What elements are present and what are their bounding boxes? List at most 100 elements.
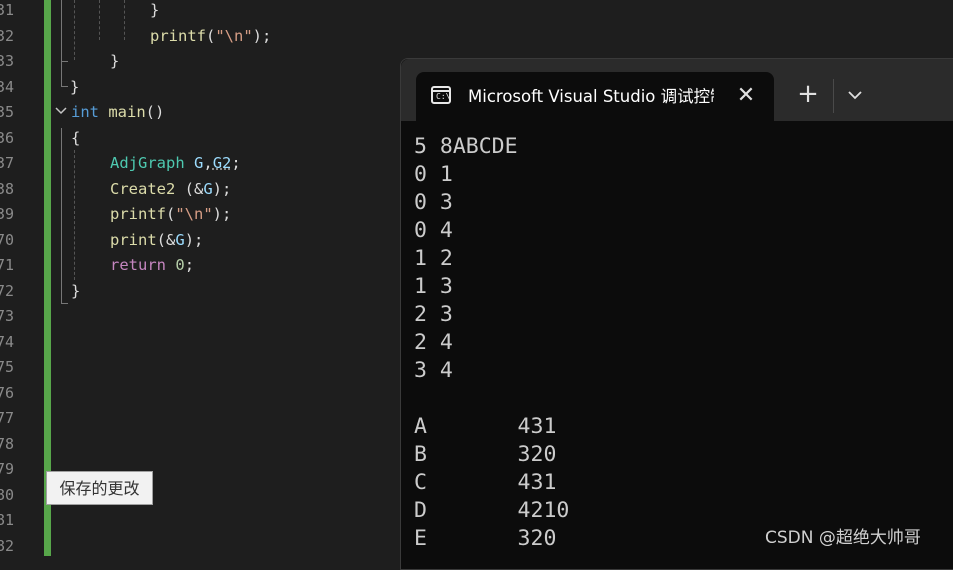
code-token: {: [71, 128, 81, 147]
code-token: ;: [231, 154, 241, 172]
console-output-line: 0 1: [414, 162, 453, 187]
terminal-tab[interactable]: C:\ Microsoft Visual Studio 调试控制台 ✕: [416, 72, 774, 121]
code-token: (&: [175, 179, 204, 198]
code-token: }: [70, 77, 80, 96]
csdn-watermark: CSDN @超绝大帅哥: [765, 528, 921, 548]
console-output-line: C 431: [414, 470, 557, 495]
console-output: 5 8ABCDE 0 1 0 3 0 4 1 2 1 3 2 3 2 4 3 4 A 431 B …: [414, 133, 569, 553]
code-token: Create2: [110, 179, 176, 198]
code-line: return 0;: [110, 253, 194, 279]
line-number: 71: [0, 256, 14, 274]
code-token: (: [206, 26, 216, 45]
code-token: );: [212, 205, 232, 223]
indent-guide: [124, 0, 125, 40]
bracket-guide: [61, 62, 68, 87]
code-token: }: [110, 52, 120, 70]
debug-console-window[interactable]: C:\ Microsoft Visual Studio 调试控制台 ✕ + 5 …: [400, 58, 953, 570]
line-number: 32: [0, 26, 14, 45]
line-number: 79: [0, 460, 14, 478]
code-line: printf("\n");: [150, 24, 271, 50]
code-token: printf: [150, 26, 206, 45]
code-token: AdjGraph: [110, 154, 185, 172]
console-output-line: 0 3: [414, 190, 453, 215]
code-token: }: [150, 1, 160, 19]
saved-changes-tooltip: 保存的更改: [46, 471, 153, 505]
code-line: AdjGraph G,G2;: [110, 151, 241, 177]
code-token: (&: [156, 230, 176, 249]
code-token: }: [71, 281, 81, 300]
console-output-line: 2 4: [414, 330, 453, 355]
line-number: 36: [0, 128, 14, 147]
line-number: 75: [0, 358, 14, 376]
indent-guide: [74, 0, 75, 60]
code-token: G: [203, 179, 213, 198]
code-line: }: [110, 49, 119, 75]
console-output-line: 3 4: [414, 358, 453, 383]
console-output-line: 1 3: [414, 274, 453, 299]
chevron-down-icon[interactable]: [841, 81, 869, 109]
tab-title: Microsoft Visual Studio 调试控制台: [468, 87, 714, 106]
line-number: 74: [0, 332, 14, 351]
line-number: 80: [0, 485, 14, 504]
console-output-line: B 320: [414, 442, 557, 467]
line-number: 77: [0, 409, 14, 427]
code-line: print(&G);: [110, 228, 203, 254]
line-number-gutter: 31 32 33 34 35 36 37 38 39 70 71 72 73 7…: [0, 0, 44, 556]
line-number: 78: [0, 434, 14, 453]
console-output-line: D 4210: [414, 498, 570, 523]
console-output-line: 0 4: [414, 218, 453, 243]
code-token: G2: [212, 154, 232, 172]
fold-chevron-icon[interactable]: [54, 104, 68, 122]
code-token: (): [145, 103, 165, 121]
line-number: 34: [0, 77, 14, 96]
code-token: G: [194, 154, 204, 172]
bracket-guide: [61, 128, 68, 304]
console-output-line: 2 3: [414, 302, 453, 327]
line-number: 38: [0, 179, 14, 198]
indent-guide: [74, 150, 75, 280]
new-tab-button[interactable]: +: [794, 81, 822, 109]
code-token: (: [166, 205, 176, 223]
code-line: {: [71, 126, 80, 152]
code-line: }: [71, 279, 80, 305]
code-token: int: [71, 103, 99, 121]
line-number: 72: [0, 281, 14, 300]
code-token: "\n": [175, 205, 213, 223]
code-line: printf("\n");: [110, 202, 231, 228]
code-token: ,: [203, 154, 213, 172]
console-output-line: A 431: [414, 414, 557, 439]
code-line: int main(): [71, 100, 164, 126]
line-number: 39: [0, 205, 14, 223]
code-token: 0: [175, 256, 185, 274]
line-number: 31: [0, 1, 14, 19]
terminal-tab-bar: C:\ Microsoft Visual Studio 调试控制台 ✕ +: [401, 59, 953, 121]
line-number: 70: [0, 230, 14, 249]
console-icon: C:\: [431, 86, 451, 104]
console-output-line: E 320: [414, 526, 557, 551]
code-line: Create2 (&G);: [110, 177, 231, 203]
indent-guide: [99, 0, 100, 40]
line-number: 35: [0, 103, 14, 121]
line-number: 82: [0, 536, 14, 555]
code-line: }: [70, 75, 79, 101]
code-token: print: [110, 230, 157, 249]
code-token: G: [175, 230, 185, 249]
code-line: }: [150, 0, 159, 24]
code-token: );: [184, 230, 204, 249]
line-number: 81: [0, 511, 14, 529]
tab-separator: [833, 79, 834, 113]
line-number: 76: [0, 383, 14, 402]
console-output-line: 5 8ABCDE: [414, 134, 518, 159]
line-number: 37: [0, 154, 14, 172]
code-token: );: [252, 26, 272, 45]
code-token: return: [110, 256, 166, 274]
code-token: );: [212, 179, 232, 198]
code-token: "\n": [215, 26, 253, 45]
close-tab-icon[interactable]: ✕: [734, 84, 758, 108]
code-token: ;: [184, 256, 195, 274]
line-number: 33: [0, 52, 14, 70]
console-output-line: 1 2: [414, 246, 453, 271]
code-token: printf: [110, 205, 166, 223]
